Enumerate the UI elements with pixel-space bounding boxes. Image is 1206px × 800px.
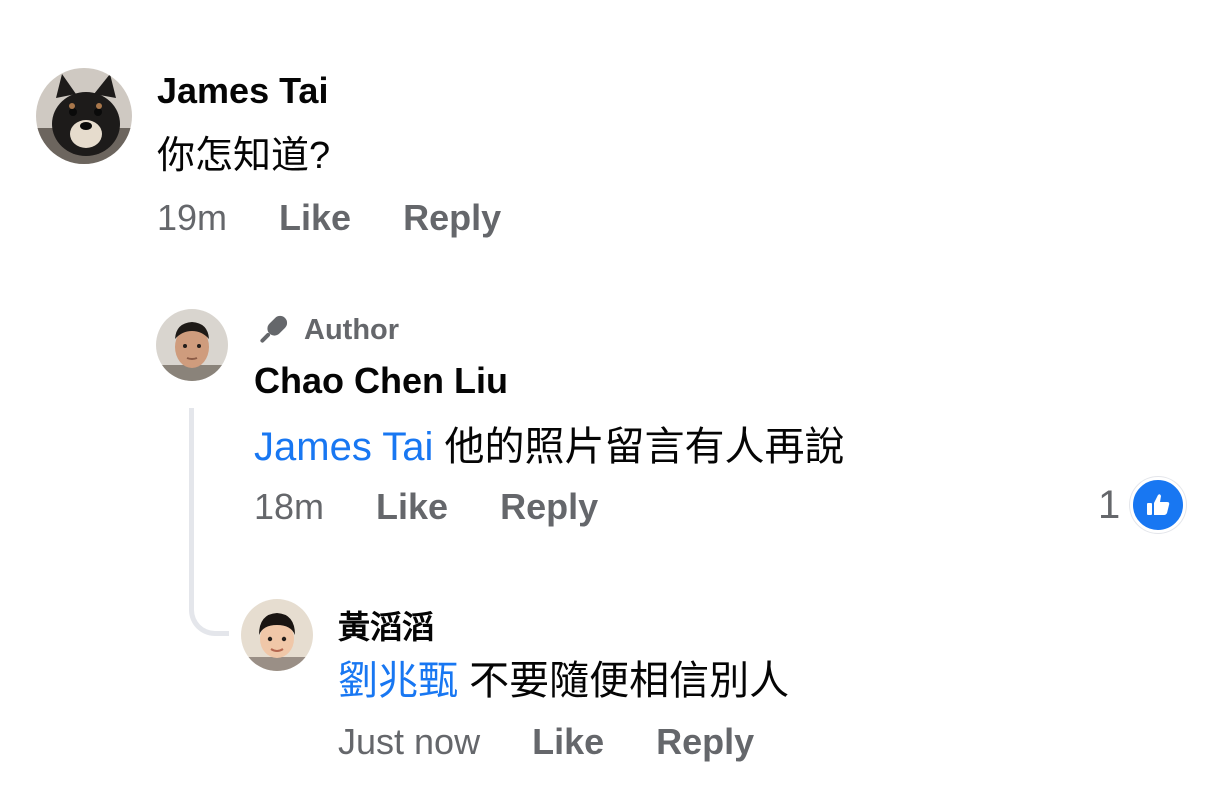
reaction-summary[interactable]: 1 [1098, 477, 1187, 533]
reply-button[interactable]: Reply [403, 197, 501, 239]
comment-author-name[interactable]: 黃滔滔 [338, 602, 434, 648]
like-button[interactable]: Like [376, 486, 448, 528]
comment-meta: 18m Like Reply [254, 486, 598, 528]
like-button[interactable]: Like [532, 721, 604, 763]
comment-text: 你怎知道? [157, 135, 331, 177]
author-badge: Author [254, 311, 399, 349]
comment-author-name[interactable]: James Tai [157, 70, 328, 112]
man-avatar-icon [156, 309, 228, 381]
like-thumbs-up-icon [1130, 477, 1187, 533]
comment-text: James Tai 他的照片留言有人再說 [254, 414, 844, 472]
dog-avatar-icon [36, 68, 132, 164]
mention-link[interactable]: 劉兆甄 [338, 659, 458, 703]
comment-text: 劉兆甄 不要隨便相信別人 [338, 648, 789, 706]
thread-connector-line [189, 408, 229, 636]
comment-author-name[interactable]: Chao Chen Liu [254, 360, 508, 402]
reply-button[interactable]: Reply [656, 721, 754, 763]
comment-body: 不要隨便相信別人 [469, 659, 790, 703]
avatar-huang-taotao[interactable] [241, 599, 313, 671]
reaction-count: 1 [1098, 482, 1121, 527]
avatar-chao-chen-liu[interactable] [156, 309, 228, 381]
like-button[interactable]: Like [279, 197, 351, 239]
comment-meta: Just now Like Reply [338, 721, 754, 763]
comment-timestamp[interactable]: 19m [157, 197, 227, 239]
comment-timestamp[interactable]: 18m [254, 486, 324, 528]
boy-avatar-icon [241, 599, 313, 671]
avatar-james-tai[interactable] [36, 68, 132, 164]
mention-link[interactable]: James Tai [254, 425, 433, 469]
author-badge-label: Author [304, 313, 400, 346]
comment-meta: 19m Like Reply [157, 197, 501, 239]
microphone-icon [260, 315, 288, 343]
comment-body: 他的照片留言有人再說 [444, 425, 845, 469]
comment-thread: James Tai 你怎知道? 19m Like Reply Author Ch… [0, 0, 1206, 800]
reply-button[interactable]: Reply [500, 486, 598, 528]
comment-timestamp[interactable]: Just now [338, 721, 480, 763]
